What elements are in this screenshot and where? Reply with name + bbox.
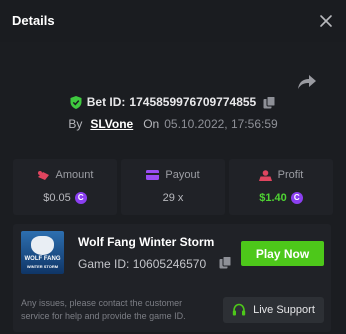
page-title: Details [12,13,55,28]
thumb-title-line1: WOLF FANG [24,256,61,262]
profit-stat: Profit $1.40 C [229,159,333,215]
amount-label: Amount [55,169,94,181]
on-label: On [143,117,160,131]
payout-card-icon [146,170,160,180]
payout-value: 29 x [162,192,184,204]
game-name: Wolf Fang Winter Storm [78,235,215,249]
game-id-line: Game ID: 10605246570 [78,257,206,271]
game-id-value: 10605246570 [132,257,207,271]
headset-icon [232,303,246,316]
copy-bet-id-icon[interactable] [263,95,276,109]
by-label: By [68,117,83,131]
username-link[interactable]: SLVone [90,117,133,131]
wolf-icon [31,236,54,255]
coin-icon: C [74,192,87,204]
bet-id-label: Bet ID: [86,95,126,109]
amount-stat: Amount $0.05 C [13,159,117,215]
coin-icon: C [290,192,303,204]
amount-icon [37,170,49,180]
thumb-title-line2: WINTER STORM [26,264,59,269]
payout-stat: Payout 29 x [121,159,225,215]
game-card: WOLF FANG WINTER STORM Wolf Fang Winter … [13,224,331,332]
bet-by-line: By SLVone On 05.10.2022, 17:56:59 [0,117,346,131]
bet-id-line: Bet ID: 1745859976709774855 [0,95,346,109]
live-support-label: Live Support [253,304,315,316]
profit-label: Profit [277,169,304,181]
profit-value: $1.40 [259,192,287,204]
payout-label: Payout [165,169,200,181]
game-id-label: Game ID: [78,257,130,271]
verified-shield-icon [70,95,82,109]
copy-game-id-icon[interactable] [219,256,232,269]
live-support-button[interactable]: Live Support [223,297,324,323]
close-icon[interactable] [316,11,336,31]
details-header: Details [0,0,346,42]
profit-icon [258,169,272,181]
bet-timestamp: 05.10.2022, 17:56:59 [164,117,278,131]
bet-id-value: 1745859976709774855 [129,95,257,109]
play-now-button[interactable]: Play Now [241,241,324,266]
share-icon[interactable] [296,72,318,92]
game-thumbnail[interactable]: WOLF FANG WINTER STORM [21,231,64,274]
amount-value: $0.05 [43,192,71,204]
support-notice: Any issues, please contact the customer … [21,298,186,321]
